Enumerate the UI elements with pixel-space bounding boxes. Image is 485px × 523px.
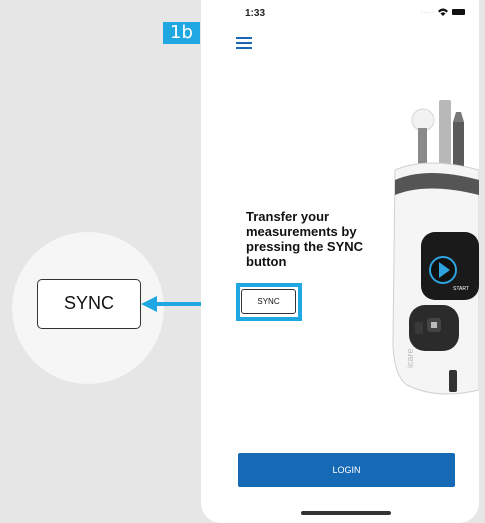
sync-button-zoomed[interactable]: SYNC [37, 279, 141, 329]
status-bar: 1:33 ..... [201, 0, 479, 26]
phone-screen: 1:33 ..... START icare Transfer your mea… [201, 0, 479, 523]
wifi-icon [438, 8, 448, 16]
step-badge: 1b [163, 22, 200, 44]
status-time: 1:33 [245, 8, 266, 19]
battery-icon [452, 9, 465, 15]
login-button[interactable]: LOGIN [238, 453, 455, 487]
status-icons: ..... [421, 8, 465, 16]
device-brand: icare [405, 348, 415, 368]
instruction-heading: Transfer your measurements by pressing t… [246, 209, 364, 269]
sync-button[interactable]: SYNC [241, 289, 296, 314]
menu-icon[interactable] [236, 37, 252, 51]
device-start-label: START [453, 286, 469, 292]
home-indicator [301, 511, 391, 515]
signal-dots: ..... [420, 9, 434, 15]
device-image: START icare [392, 100, 479, 395]
